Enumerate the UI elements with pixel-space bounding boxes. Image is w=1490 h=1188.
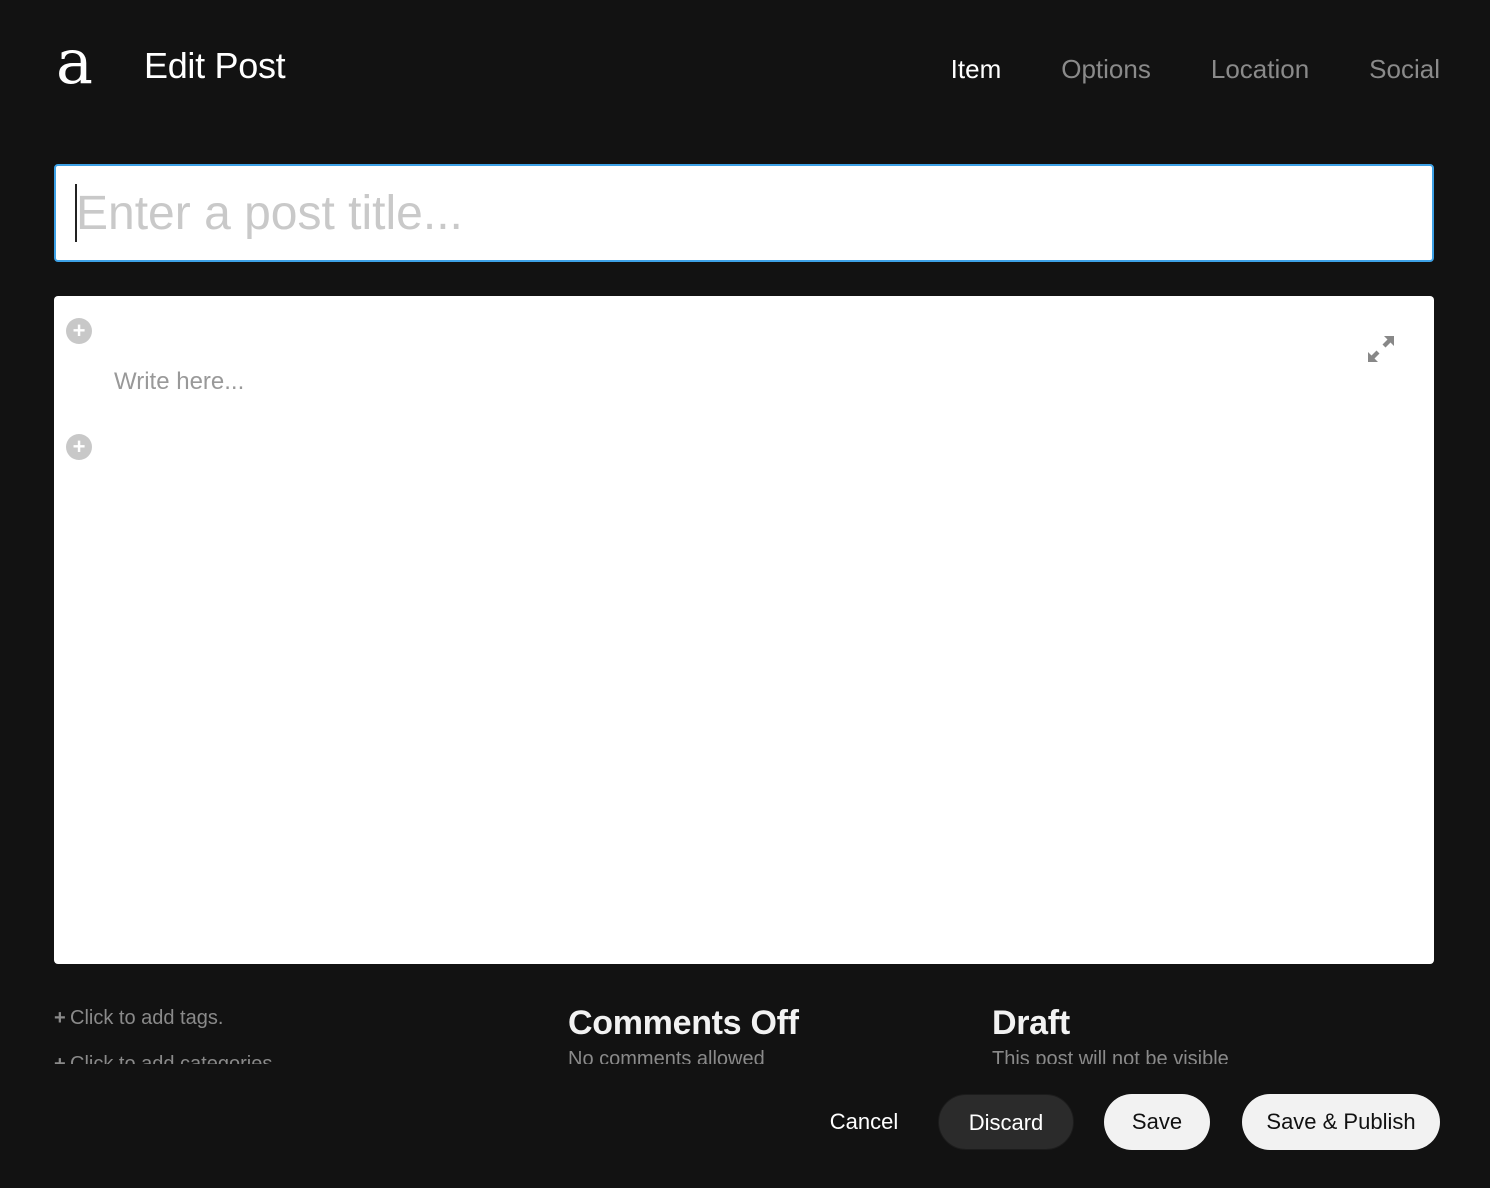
add-block-icon-top[interactable]: + (66, 318, 92, 344)
tab-item[interactable]: Item (951, 52, 1002, 86)
add-categories-label: Click to add categories (70, 1053, 273, 1064)
publish-status-setting[interactable]: Draft This post will not be visible (992, 1002, 1229, 1064)
save-and-publish-button[interactable]: Save & Publish (1242, 1094, 1440, 1150)
expand-icon[interactable] (1366, 334, 1396, 364)
discard-button[interactable]: Discard (938, 1094, 1074, 1150)
tab-social[interactable]: Social (1369, 52, 1440, 86)
comments-title: Comments Off (568, 1004, 799, 1042)
add-categories-link[interactable]: + Click to add categories (54, 1050, 272, 1064)
add-tags-label: Click to add tags. (70, 1007, 224, 1029)
editor-placeholder[interactable]: Write here... (114, 366, 244, 398)
tab-location[interactable]: Location (1211, 52, 1309, 86)
plus-icon: + (54, 1053, 66, 1064)
top-nav: Item Options Location Social (951, 52, 1440, 86)
post-body-editor[interactable]: + Write here... + (54, 296, 1434, 964)
comments-setting[interactable]: Comments Off No comments allowed (568, 1002, 799, 1064)
post-title-field (54, 164, 1434, 262)
plus-icon: + (54, 1007, 66, 1029)
tab-options[interactable]: Options (1061, 52, 1151, 86)
post-title-input[interactable] (56, 166, 1432, 260)
save-button[interactable]: Save (1104, 1094, 1210, 1150)
cancel-button[interactable]: Cancel (816, 1094, 912, 1150)
app-logo[interactable]: a (56, 30, 104, 94)
status-title: Draft (992, 1004, 1070, 1042)
comments-subtitle: No comments allowed (568, 1048, 765, 1064)
text-caret (75, 184, 77, 242)
add-tags-link[interactable]: + Click to add tags. (54, 1004, 223, 1032)
page-title: Edit Post (144, 45, 286, 86)
add-block-icon-bottom[interactable]: + (66, 434, 92, 460)
status-subtitle: This post will not be visible (992, 1048, 1229, 1064)
